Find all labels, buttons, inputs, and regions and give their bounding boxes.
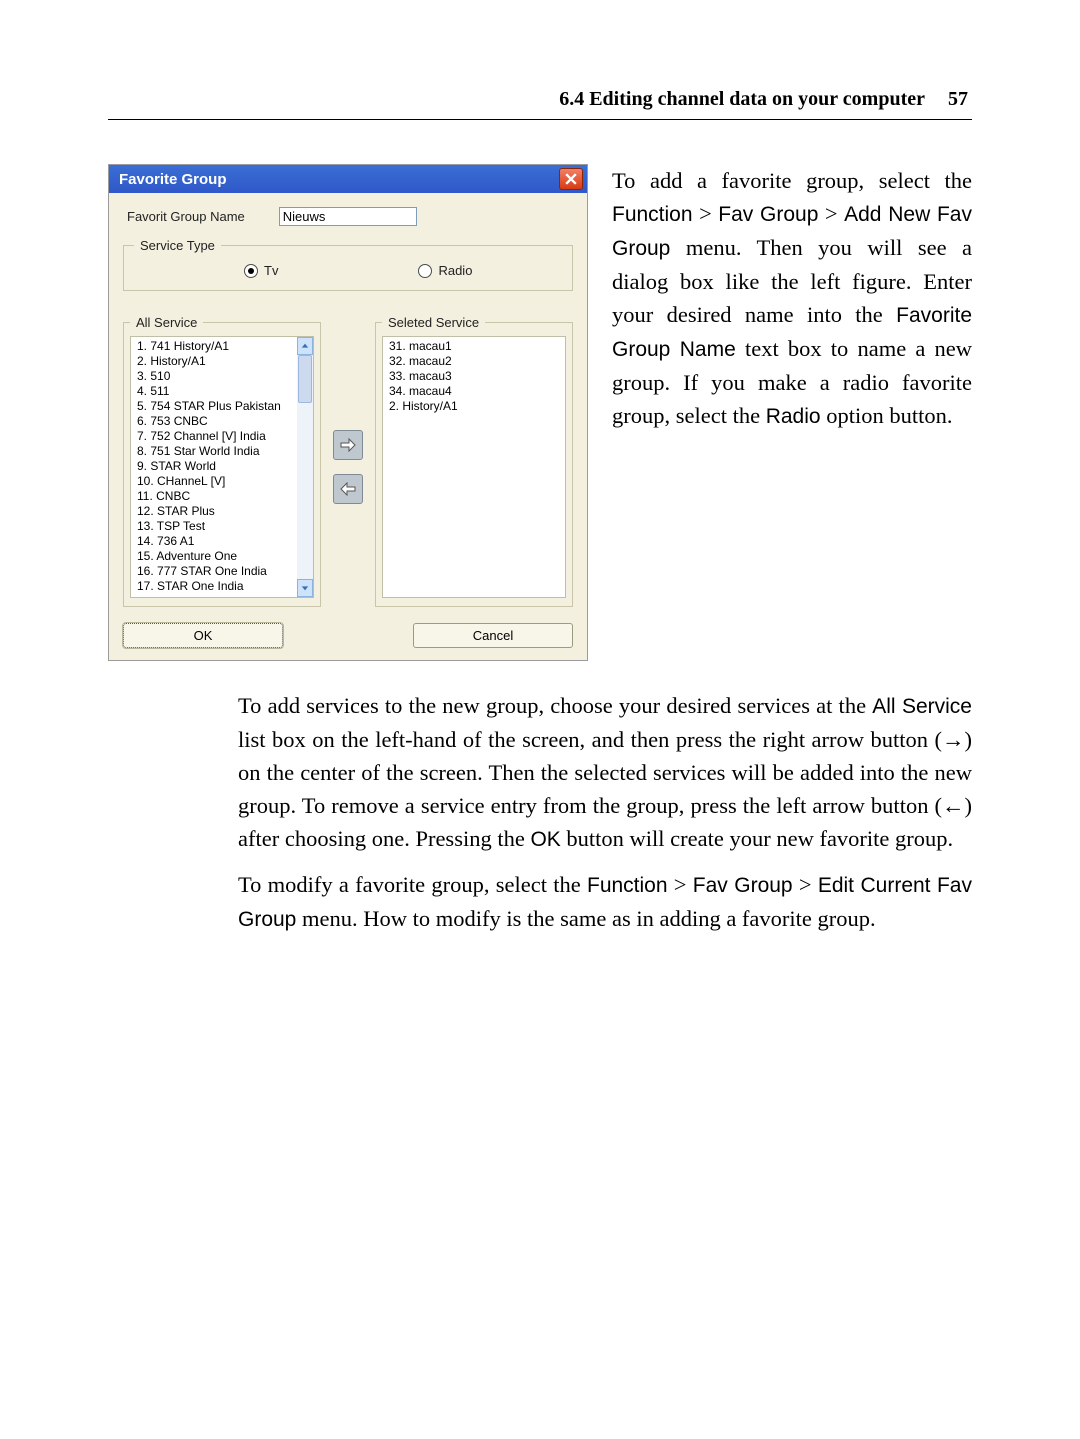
arrow-column bbox=[331, 303, 365, 607]
list-item[interactable]: 9. STAR World bbox=[137, 459, 291, 474]
list-item[interactable]: 5. 754 STAR Plus Pakistan bbox=[137, 399, 291, 414]
section-title: 6.4 Editing channel data on your compute… bbox=[559, 88, 925, 110]
all-service-listbox[interactable]: 1. 741 History/A1 2. History/A1 3. 510 4… bbox=[130, 336, 314, 598]
list-item[interactable]: 17. STAR One India bbox=[137, 579, 291, 594]
arrow-right-icon[interactable] bbox=[333, 430, 363, 460]
scroll-thumb[interactable] bbox=[298, 355, 312, 403]
selected-service-items: 31. macau1 32. macau2 33. macau3 34. mac… bbox=[383, 337, 565, 597]
list-item[interactable]: 3. 510 bbox=[137, 369, 291, 384]
list-item[interactable]: 6. 753 CNBC bbox=[137, 414, 291, 429]
list-item[interactable]: 15. Adventure One bbox=[137, 549, 291, 564]
radio-radio[interactable]: Radio bbox=[418, 263, 472, 278]
selected-service-fieldset: Seleted Service 31. macau1 32. macau2 33… bbox=[375, 315, 573, 607]
list-item[interactable]: 2. History/A1 bbox=[389, 399, 559, 414]
radio-on-icon bbox=[244, 264, 258, 278]
scroll-up-icon[interactable] bbox=[297, 337, 313, 355]
radio-off-icon bbox=[418, 264, 432, 278]
list-item[interactable]: 13. TSP Test bbox=[137, 519, 291, 534]
paragraph: To modify a favorite group, select the F… bbox=[238, 868, 972, 936]
ok-button[interactable]: OK bbox=[123, 623, 283, 648]
side-paragraph: To add a favorite group, select the Func… bbox=[612, 164, 972, 661]
list-item[interactable]: 8. 751 Star World India bbox=[137, 444, 291, 459]
body-text: To add services to the new group, choose… bbox=[108, 689, 972, 936]
group-name-label: Favorit Group Name bbox=[127, 209, 245, 224]
document-page: 6.4 Editing channel data on your compute… bbox=[0, 0, 1080, 1439]
dialog-body: Favorit Group Name Service Type Tv Radio bbox=[109, 193, 587, 660]
radio-radio-label: Radio bbox=[438, 263, 472, 278]
close-icon[interactable] bbox=[559, 168, 583, 190]
favorite-group-dialog: Favorite Group Favorit Group Name Servic… bbox=[108, 164, 588, 661]
selected-service-legend: Seleted Service bbox=[382, 315, 485, 330]
service-type-fieldset: Service Type Tv Radio bbox=[123, 238, 573, 291]
group-name-row: Favorit Group Name bbox=[123, 207, 573, 226]
header-rule bbox=[108, 119, 972, 120]
scroll-track[interactable] bbox=[297, 355, 313, 579]
cancel-button[interactable]: Cancel bbox=[413, 623, 573, 648]
tv-radio[interactable]: Tv bbox=[244, 263, 278, 278]
tv-radio-label: Tv bbox=[264, 263, 278, 278]
scroll-down-icon[interactable] bbox=[297, 579, 313, 597]
list-item[interactable]: 2. History/A1 bbox=[137, 354, 291, 369]
list-item[interactable]: 34. macau4 bbox=[389, 384, 559, 399]
list-item[interactable]: 16. 777 STAR One India bbox=[137, 564, 291, 579]
arrow-left-icon[interactable] bbox=[333, 474, 363, 504]
list-item[interactable]: 11. CNBC bbox=[137, 489, 291, 504]
dialog-title: Favorite Group bbox=[113, 171, 559, 188]
list-item[interactable]: 7. 752 Channel [V] India bbox=[137, 429, 291, 444]
page-number: 57 bbox=[948, 88, 968, 110]
dialog-titlebar: Favorite Group bbox=[109, 165, 587, 193]
list-item[interactable]: 10. CHanneL [V] bbox=[137, 474, 291, 489]
list-item[interactable]: 33. macau3 bbox=[389, 369, 559, 384]
running-header: 6.4 Editing channel data on your compute… bbox=[108, 88, 972, 111]
all-service-legend: All Service bbox=[130, 315, 203, 330]
list-item[interactable]: 31. macau1 bbox=[389, 339, 559, 354]
all-service-items: 1. 741 History/A1 2. History/A1 3. 510 4… bbox=[131, 337, 297, 597]
service-type-legend: Service Type bbox=[134, 238, 221, 253]
paragraph: To add services to the new group, choose… bbox=[238, 689, 972, 856]
list-item[interactable]: 4. 511 bbox=[137, 384, 291, 399]
all-service-scrollbar[interactable] bbox=[297, 337, 313, 597]
group-name-input[interactable] bbox=[279, 207, 417, 226]
list-item[interactable]: 1. 741 History/A1 bbox=[137, 339, 291, 354]
list-item[interactable]: 14. 736 A1 bbox=[137, 534, 291, 549]
selected-service-listbox[interactable]: 31. macau1 32. macau2 33. macau3 34. mac… bbox=[382, 336, 566, 598]
list-item[interactable]: 12. STAR Plus bbox=[137, 504, 291, 519]
list-item[interactable]: 32. macau2 bbox=[389, 354, 559, 369]
all-service-fieldset: All Service 1. 741 History/A1 2. History… bbox=[123, 315, 321, 607]
